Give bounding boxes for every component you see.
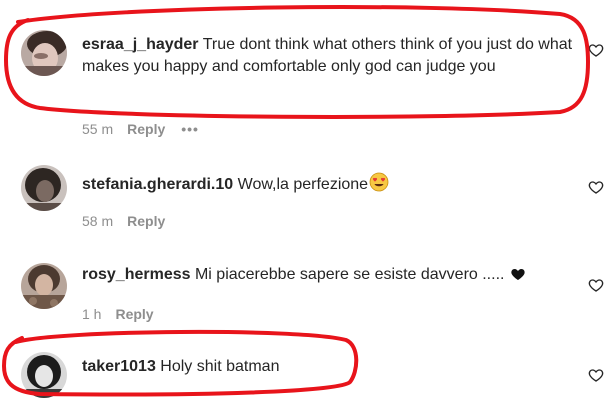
comment-meta: 58 m Reply: [82, 213, 165, 229]
comment-time: 55 m: [82, 121, 114, 137]
avatar[interactable]: [21, 30, 67, 76]
comment-2: stefania.gherardi.10 Wow,la perfezione 5…: [0, 150, 616, 245]
comment-text: Wow,la perfezione: [237, 176, 369, 193]
avatar[interactable]: [21, 263, 67, 309]
comment-time: 1 h: [82, 306, 102, 322]
more-options-button[interactable]: •••: [181, 121, 199, 137]
heart-outline-icon[interactable]: [588, 277, 604, 293]
reply-button[interactable]: Reply: [127, 213, 165, 229]
heart-outline-icon[interactable]: [588, 42, 604, 58]
black-heart-icon: [510, 266, 526, 289]
comment-body: esraa_j_hayder True dont think what othe…: [82, 34, 587, 78]
avatar-photo: [21, 165, 67, 211]
comment-meta: 55 m Reply •••: [82, 121, 199, 137]
heart-outline-icon[interactable]: [588, 179, 604, 195]
comment-time: 58 m: [82, 213, 114, 229]
heart-outline-icon[interactable]: [588, 367, 604, 383]
comment-1: esraa_j_hayder True dont think what othe…: [0, 0, 616, 150]
comment-text: Holy shit batman: [160, 358, 280, 375]
comment-username[interactable]: taker1013: [82, 358, 156, 375]
comment-body: stefania.gherardi.10 Wow,la perfezione: [82, 172, 587, 199]
comment-username[interactable]: rosy_hermess: [82, 266, 191, 283]
avatar[interactable]: [21, 165, 67, 211]
comment-text: Mi piacerebbe sapere se esiste davvero .…: [194, 266, 505, 283]
comment-4: taker1013 Holy shit batman: [0, 335, 616, 401]
comment-body: rosy_hermess Mi piacerebbe sapere se esi…: [82, 264, 587, 289]
reply-button[interactable]: Reply: [127, 121, 165, 137]
comment-username[interactable]: esraa_j_hayder: [82, 36, 199, 53]
comment-3: rosy_hermess Mi piacerebbe sapere se esi…: [0, 245, 616, 335]
avatar-photo: [21, 30, 67, 76]
heart-eyes-emoji-icon: [369, 172, 389, 199]
comment-username[interactable]: stefania.gherardi.10: [82, 176, 233, 193]
reply-button[interactable]: Reply: [115, 306, 153, 322]
avatar[interactable]: [21, 352, 67, 398]
avatar-photo: [21, 263, 67, 309]
comment-meta: 1 h Reply: [82, 306, 154, 322]
comment-body: taker1013 Holy shit batman: [82, 356, 587, 378]
avatar-photo: [21, 352, 67, 398]
